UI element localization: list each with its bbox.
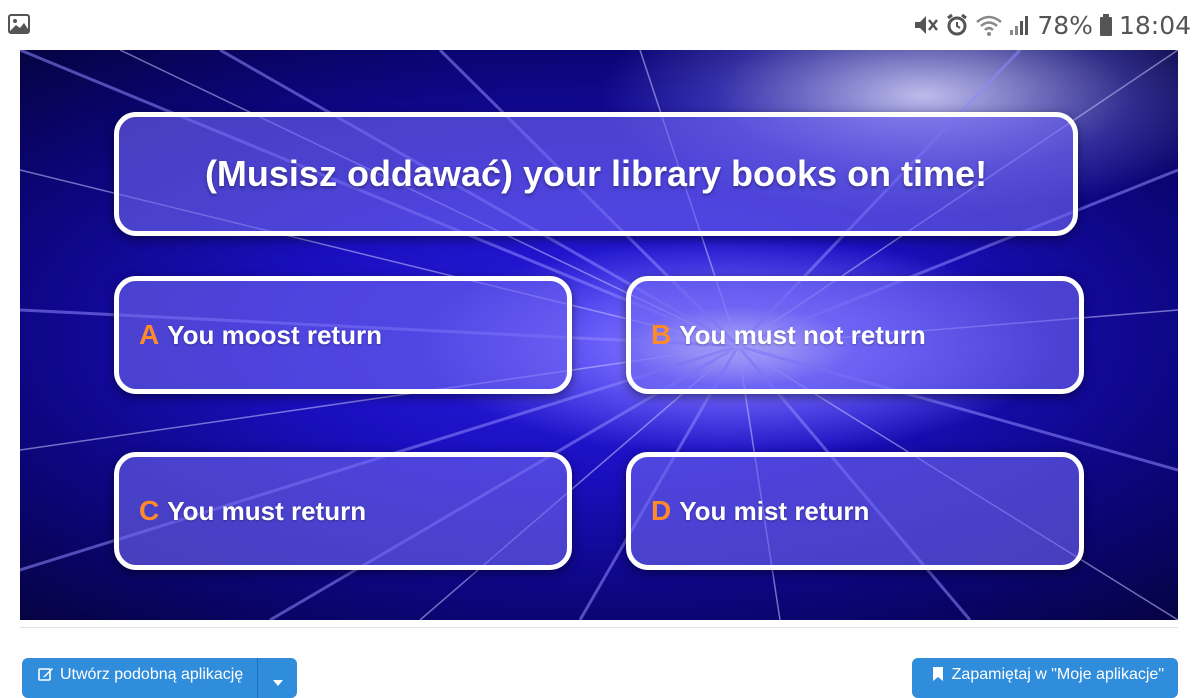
create-similar-app-label: Utwórz podobną aplikację <box>60 666 244 683</box>
status-icons: 78% 18:04 <box>913 10 1191 40</box>
edit-icon <box>38 666 54 687</box>
answer-text: You must return <box>167 495 367 526</box>
answer-text: You must not return <box>679 319 926 350</box>
status-bar: 78% 18:04 <box>0 0 1197 50</box>
clock-time: 18:04 <box>1118 10 1191 40</box>
create-similar-app-group: Utwórz podobną aplikację <box>22 658 298 698</box>
answer-option-c[interactable]: C You must return <box>114 452 572 570</box>
question-box: (Musisz oddawać) your library books on t… <box>114 112 1078 236</box>
answer-letter: B <box>651 319 672 350</box>
quiz-stage: (Musisz oddawać) your library books on t… <box>20 50 1178 620</box>
save-to-my-apps-button[interactable]: Zapamiętaj w "Moje aplikacje" <box>911 658 1178 698</box>
create-options-dropdown[interactable] <box>257 658 298 698</box>
image-notification-icon <box>8 14 30 34</box>
battery-icon <box>1099 13 1113 37</box>
answer-text: You moost return <box>167 319 382 350</box>
answer-letter: A <box>139 319 160 350</box>
answer-option-a[interactable]: A You moost return <box>114 276 572 394</box>
answer-text: You mist return <box>679 495 870 526</box>
mute-icon <box>913 13 939 37</box>
answer-letter: C <box>139 495 160 526</box>
signal-icon <box>1009 13 1031 37</box>
battery-percent: 78% <box>1037 10 1093 40</box>
answer-option-d[interactable]: D You mist return <box>626 452 1084 570</box>
create-similar-app-button[interactable]: Utwórz podobną aplikację <box>22 658 258 698</box>
answer-letter: D <box>651 495 672 526</box>
bookmark-icon <box>932 666 944 687</box>
alarm-icon <box>945 13 969 37</box>
answer-option-b[interactable]: B You must not return <box>626 276 1084 394</box>
wifi-icon <box>975 13 1003 37</box>
save-to-my-apps-label: Zapamiętaj w "Moje aplikacje" <box>951 666 1164 683</box>
divider <box>20 627 1178 628</box>
question-text: (Musisz oddawać) your library books on t… <box>204 153 988 194</box>
caret-down-icon <box>272 673 283 691</box>
